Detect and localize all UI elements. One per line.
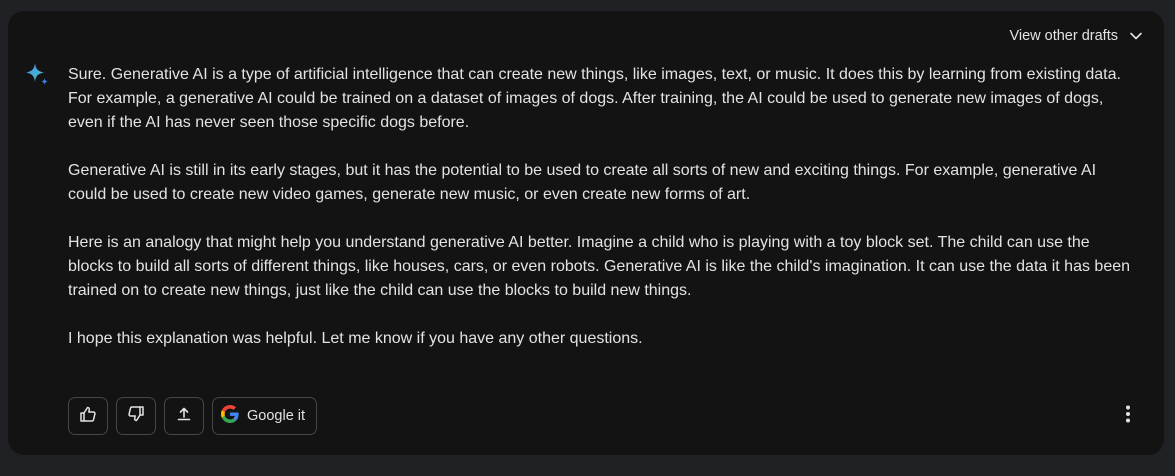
chevron-down-icon bbox=[1128, 28, 1144, 44]
response-card: View other drafts Sure. Generative AI is… bbox=[8, 11, 1164, 455]
response-actions: Google it bbox=[68, 397, 318, 435]
response-paragraph: Here is an analogy that might help you u… bbox=[68, 234, 1131, 299]
sparkle-icon bbox=[24, 62, 50, 88]
google-g-icon bbox=[221, 405, 239, 427]
google-it-label: Google it bbox=[247, 408, 306, 424]
thumbs-up-button[interactable] bbox=[68, 397, 108, 435]
share-button[interactable] bbox=[164, 397, 204, 435]
response-paragraph: I hope this explanation was helpful. Let… bbox=[68, 330, 643, 347]
more-vertical-icon bbox=[1125, 405, 1131, 428]
thumbs-up-icon bbox=[79, 405, 97, 428]
share-icon bbox=[176, 406, 192, 427]
view-other-drafts-label: View other drafts bbox=[1009, 28, 1118, 44]
google-it-button[interactable]: Google it bbox=[212, 397, 318, 435]
thumbs-down-icon bbox=[127, 405, 145, 428]
response-paragraph: Generative AI is still in its early stag… bbox=[68, 162, 1097, 203]
thumbs-down-button[interactable] bbox=[116, 397, 156, 435]
response-text: Sure. Generative AI is a type of artific… bbox=[68, 63, 1138, 375]
response-paragraph: Sure. Generative AI is a type of artific… bbox=[68, 66, 1121, 131]
view-other-drafts-button[interactable]: View other drafts bbox=[1009, 25, 1144, 47]
more-options-button[interactable] bbox=[1118, 405, 1138, 427]
